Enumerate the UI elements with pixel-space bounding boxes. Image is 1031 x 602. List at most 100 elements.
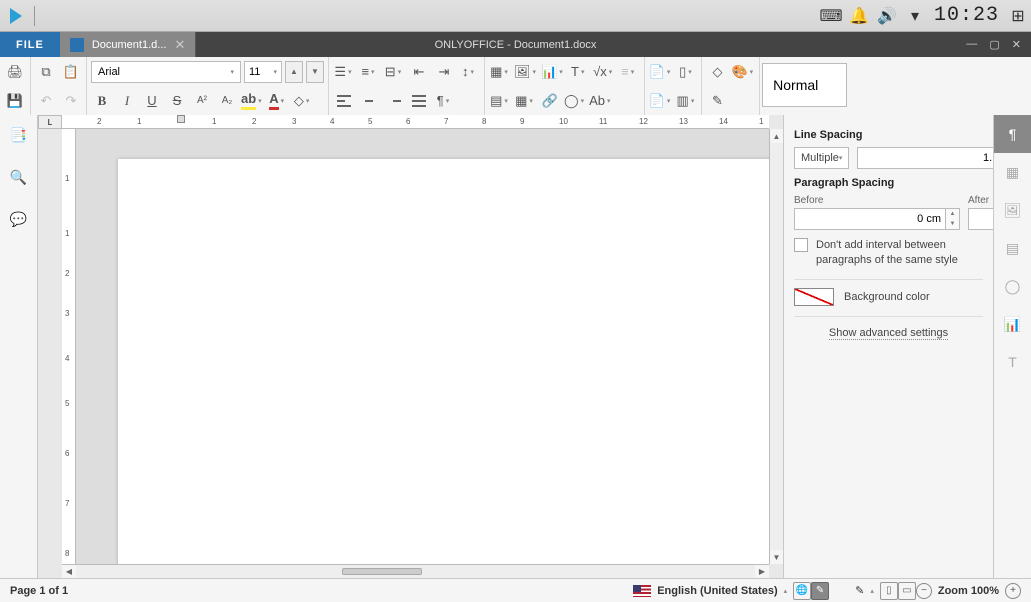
textart-tab-icon[interactable]: T — [994, 343, 1031, 381]
strikethrough-button[interactable]: S — [166, 90, 188, 112]
clock[interactable]: 10:23 — [934, 4, 999, 27]
image-tab-icon[interactable]: 🖼 — [994, 191, 1031, 229]
zoom-out-button[interactable]: − — [916, 583, 932, 599]
insert-textbox-button[interactable]: T — [568, 61, 590, 83]
track-changes-button[interactable]: ✎ — [811, 582, 829, 600]
line-spacing-button[interactable]: ↕ — [458, 61, 480, 83]
insert-textart-button[interactable]: Ab — [589, 90, 612, 112]
clear-style-button[interactable]: ◇ — [706, 61, 728, 83]
menu-icon[interactable]: ⊞ — [1009, 7, 1027, 25]
insert-equation-button[interactable]: √x — [593, 61, 615, 83]
undo-button[interactable]: ↶ — [35, 90, 57, 112]
insert-chart-button[interactable]: 📊 — [541, 61, 565, 83]
align-center-button[interactable] — [358, 90, 380, 112]
dropdown-icon[interactable]: ▾ — [906, 7, 924, 25]
bold-button[interactable]: B — [91, 90, 113, 112]
shading-button[interactable]: ◇ — [292, 90, 314, 112]
header-tab-icon[interactable]: ▤ — [994, 229, 1031, 267]
document-viewport[interactable] — [76, 129, 769, 564]
decrease-font-button[interactable]: ▼ — [306, 61, 324, 83]
fit-width-button[interactable]: ▭ — [898, 582, 916, 600]
multilevel-list-button[interactable]: ⊟ — [383, 61, 405, 83]
line-spacing-value-field[interactable] — [857, 147, 1009, 169]
underline-button[interactable]: U — [141, 90, 163, 112]
insert-table-button[interactable]: ▦ — [489, 61, 511, 83]
insert-link-button[interactable]: 🔗 — [539, 90, 561, 112]
font-color-button[interactable]: A — [267, 90, 289, 112]
color-scheme-button[interactable]: 🎨 — [731, 61, 755, 83]
insert-shape-button[interactable]: ◯ — [564, 90, 586, 112]
notifications-icon[interactable]: 🔔 — [850, 7, 868, 25]
zoom-label[interactable]: Zoom 100% — [938, 585, 999, 597]
font-size-select[interactable]: 11 ▾ — [244, 61, 282, 83]
document-page[interactable] — [118, 159, 769, 564]
align-justify-button[interactable] — [408, 90, 430, 112]
print-button[interactable]: 🖨 — [4, 61, 26, 83]
paragraph-tab-icon[interactable]: ¶ — [994, 115, 1031, 153]
scroll-right-icon[interactable]: ▶ — [755, 565, 769, 578]
line-spacing-type-select[interactable]: Multiple ▾ — [794, 147, 849, 169]
show-advanced-link[interactable]: Show advanced settings — [829, 327, 948, 340]
horizontal-scrollbar[interactable]: ◀ ▶ — [62, 564, 769, 578]
insert-image-button[interactable]: 🖼 — [514, 61, 538, 83]
indent-marker[interactable] — [177, 115, 185, 123]
close-window-button[interactable]: ✕ — [1012, 38, 1021, 51]
align-right-button[interactable] — [383, 90, 405, 112]
bullet-list-button[interactable]: ☰ — [333, 61, 355, 83]
increase-indent-button[interactable]: ⇥ — [433, 61, 455, 83]
review-mode-button[interactable]: ✎▴ — [855, 584, 874, 597]
fit-page-button[interactable]: ▯ — [880, 582, 898, 600]
page-size-button[interactable]: 📄 — [649, 61, 673, 83]
maximize-button[interactable]: ▢ — [989, 38, 999, 51]
vertical-scrollbar[interactable]: ▲ ▼ — [769, 129, 783, 564]
insert-footer-button[interactable]: ▦ — [514, 90, 536, 112]
minimize-button[interactable]: — — [966, 38, 977, 51]
file-menu-button[interactable]: FILE — [0, 32, 60, 57]
columns-button[interactable]: ▥ — [675, 90, 697, 112]
no-interval-checkbox[interactable] — [794, 238, 808, 252]
close-tab-icon[interactable]: ✕ — [174, 37, 185, 53]
chart-tab-icon[interactable]: 📊 — [994, 305, 1031, 343]
decrease-indent-button[interactable]: ⇤ — [408, 61, 430, 83]
comments-icon[interactable]: 💬 — [9, 209, 29, 229]
spellcheck-button[interactable]: 🌐 — [793, 582, 811, 600]
copy-style-button[interactable]: ✎ — [706, 90, 728, 112]
paste-button[interactable]: 📋 — [60, 61, 82, 83]
align-left-button[interactable] — [333, 90, 355, 112]
start-icon[interactable] — [10, 8, 22, 24]
redo-button[interactable]: ↷ — [60, 90, 82, 112]
superscript-button[interactable]: A² — [191, 90, 213, 112]
scroll-down-icon[interactable]: ▼ — [770, 550, 783, 564]
ruler-corner[interactable]: L — [38, 115, 62, 129]
keyboard-icon[interactable]: ⌨ — [822, 7, 840, 25]
copy-button[interactable]: ⧉ — [35, 61, 57, 83]
document-tab[interactable]: Document1.d... ✕ — [60, 32, 197, 57]
subscript-button[interactable]: A₂ — [216, 90, 238, 112]
scroll-up-icon[interactable]: ▲ — [770, 129, 783, 143]
spin-down-icon[interactable]: ▼ — [946, 219, 959, 229]
page-margins-button[interactable]: ▯ — [675, 61, 697, 83]
increase-font-button[interactable]: ▲ — [285, 61, 303, 83]
search-icon[interactable]: 🔍 — [9, 167, 29, 187]
volume-icon[interactable]: 🔊 — [878, 7, 896, 25]
spacing-before-field[interactable] — [794, 208, 946, 230]
number-list-button[interactable]: ≡ — [358, 61, 380, 83]
save-button[interactable]: 💾 — [4, 90, 26, 112]
font-name-select[interactable]: Arial ▾ — [91, 61, 241, 83]
vertical-ruler[interactable]: 112345678 — [62, 129, 76, 564]
paragraph-style-select[interactable]: Normal — [762, 63, 847, 107]
italic-button[interactable]: I — [116, 90, 138, 112]
page-orientation-button[interactable]: 📄 — [649, 90, 673, 112]
navigation-icon[interactable]: 📑 — [9, 125, 29, 145]
table-tab-icon[interactable]: ▦ — [994, 153, 1031, 191]
scroll-left-icon[interactable]: ◀ — [62, 565, 76, 578]
shape-tab-icon[interactable]: ◯ — [994, 267, 1031, 305]
spacing-before-input[interactable]: ▲▼ — [794, 208, 960, 230]
background-color-swatch[interactable] — [794, 288, 834, 306]
horizontal-ruler[interactable]: 2112345678910111213141 — [62, 115, 769, 129]
language-selector[interactable]: English (United States) ▴ — [633, 585, 787, 597]
insert-dropcap-button[interactable]: ≡ — [618, 61, 640, 83]
spin-up-icon[interactable]: ▲ — [946, 209, 959, 219]
insert-header-button[interactable]: ▤ — [489, 90, 511, 112]
highlight-button[interactable]: ab — [241, 90, 264, 112]
